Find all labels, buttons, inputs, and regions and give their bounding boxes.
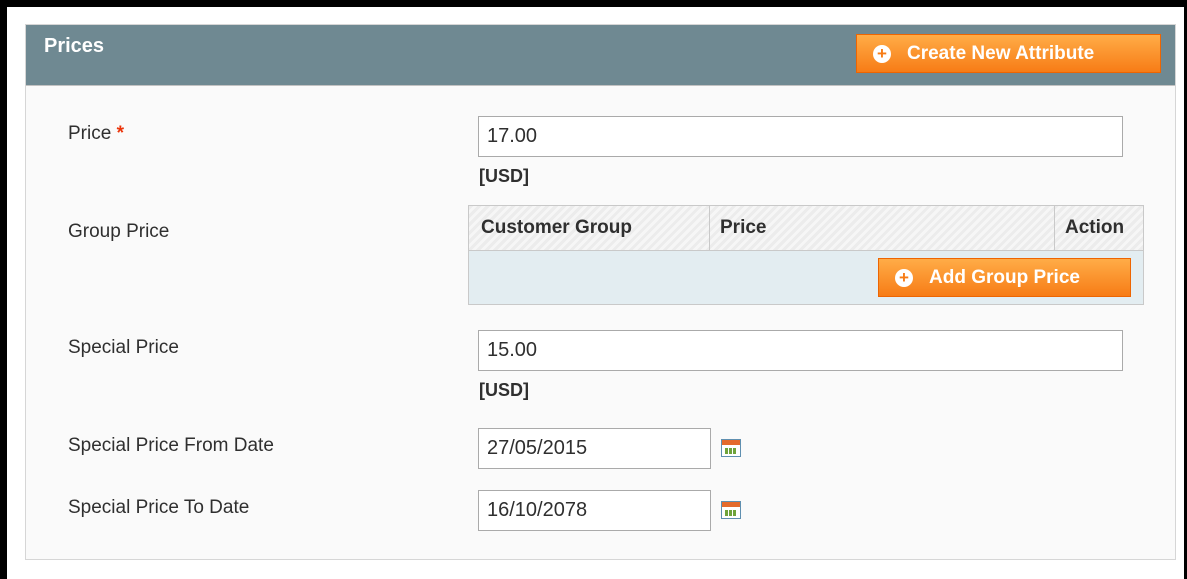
special-price-label: Special Price — [68, 337, 179, 358]
special-price-currency: [USD] — [479, 380, 529, 400]
special-from-date-input[interactable] — [478, 428, 711, 469]
special-price-input[interactable] — [478, 330, 1123, 371]
group-price-grid-header: Customer Group Price Action — [469, 206, 1143, 251]
section-title: Prices — [44, 35, 105, 57]
plus-circle-icon: + — [873, 44, 891, 63]
column-customer-group: Customer Group — [481, 217, 632, 238]
special-to-date-label: Special Price To Date — [68, 497, 250, 518]
price-label-text: Price — [68, 123, 112, 144]
calendar-icon[interactable] — [721, 439, 741, 457]
prices-fieldset: Prices + Create New Attribute Price * [U… — [25, 24, 1176, 560]
required-mark: * — [116, 123, 124, 144]
price-label: Price * — [68, 123, 124, 145]
plus-circle-icon: + — [895, 268, 913, 287]
create-new-attribute-button[interactable]: + Create New Attribute — [856, 34, 1161, 73]
special-from-date-label: Special Price From Date — [68, 435, 274, 456]
group-price-grid: Customer Group Price Action + Add Group … — [468, 205, 1144, 305]
create-new-attribute-label: Create New Attribute — [907, 42, 1095, 64]
calendar-icon[interactable] — [721, 501, 741, 519]
special-to-date-input[interactable] — [478, 490, 711, 531]
column-action: Action — [1065, 217, 1125, 238]
column-divider — [1054, 206, 1055, 250]
section-header: Prices + Create New Attribute — [26, 25, 1175, 86]
column-price: Price — [720, 217, 767, 238]
column-divider — [709, 206, 710, 250]
price-input[interactable] — [478, 116, 1123, 157]
add-group-price-label: Add Group Price — [929, 266, 1080, 288]
price-currency: [USD] — [479, 166, 529, 186]
group-price-label: Group Price — [68, 221, 170, 242]
add-group-price-button[interactable]: + Add Group Price — [878, 258, 1131, 297]
